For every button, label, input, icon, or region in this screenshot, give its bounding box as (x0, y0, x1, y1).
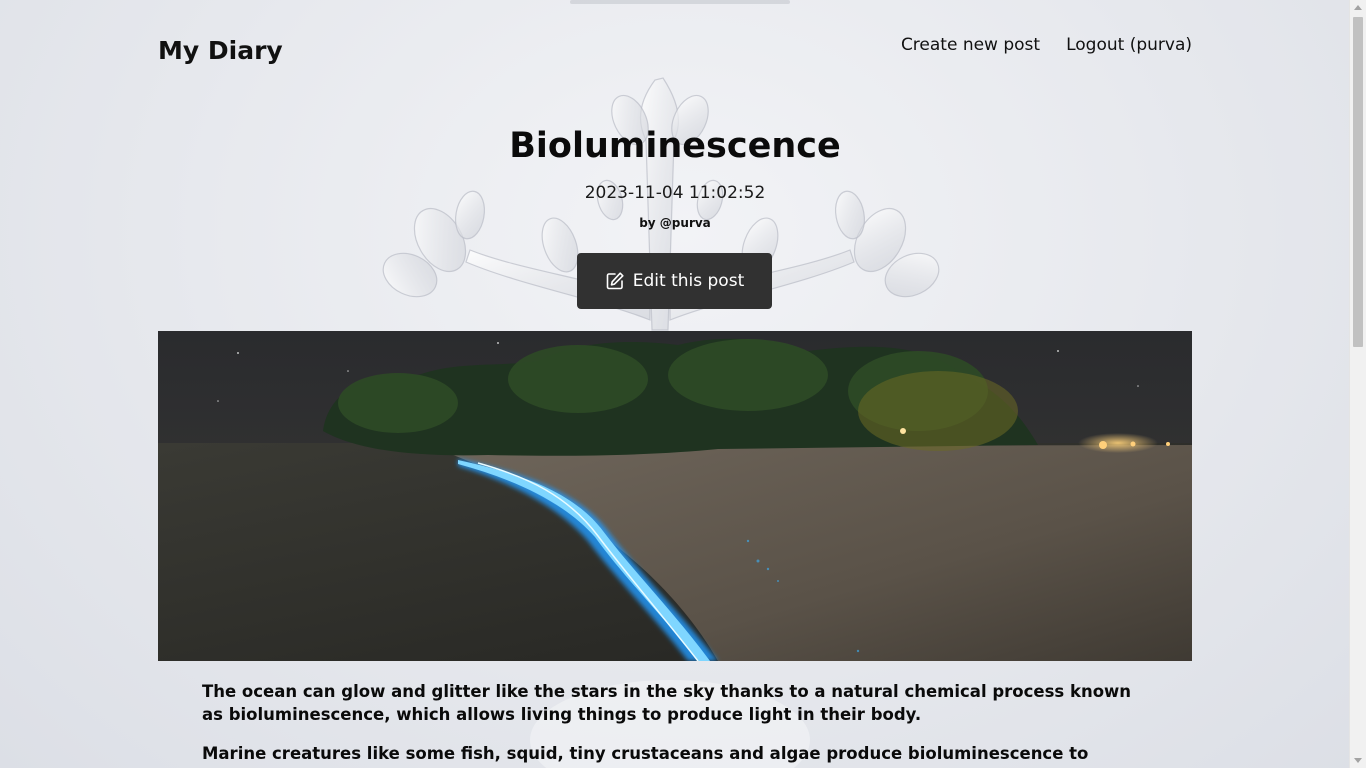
post-date: 2023-11-04 11:02:52 (584, 183, 766, 203)
edit-post-button[interactable]: Edit this post (577, 253, 772, 309)
edit-post-label: Edit this post (632, 271, 745, 291)
post-paragraph: Marine creatures like some fish, squid, … (202, 744, 1089, 768)
post-hero-image (158, 331, 1192, 661)
page-container: My Diary Create new post Logout (purva) … (158, 0, 1192, 768)
brand-logo-link[interactable]: My Diary (158, 36, 283, 65)
top-nav: Create new post Logout (purva) (901, 35, 1192, 55)
logout-link[interactable]: Logout (purva) (1066, 35, 1192, 55)
scrollbar-thumb[interactable] (1353, 17, 1363, 347)
post-paragraph: The ocean can glow and glitter like the … (202, 682, 1132, 724)
scroll-up-arrow-icon[interactable] (1354, 5, 1362, 10)
post-body: The ocean can glow and glitter like the … (202, 680, 1148, 768)
scroll-down-arrow-icon[interactable] (1354, 758, 1362, 763)
page-scrollbar[interactable] (1349, 0, 1366, 768)
post-author: by @purva (639, 216, 711, 230)
post-title: Bioluminescence (509, 126, 841, 166)
create-new-post-link[interactable]: Create new post (901, 35, 1040, 55)
edit-pencil-square-icon (605, 271, 625, 291)
